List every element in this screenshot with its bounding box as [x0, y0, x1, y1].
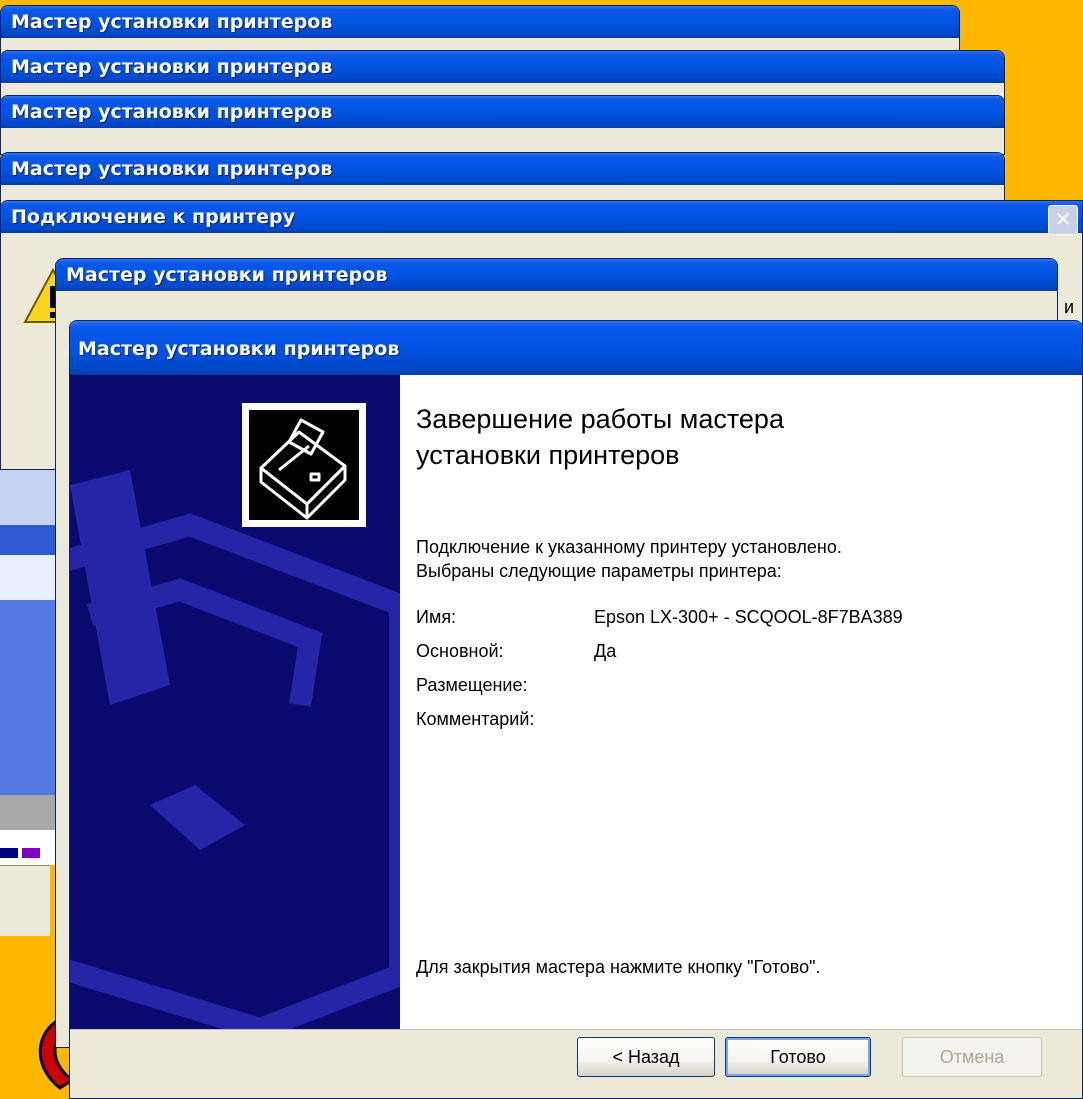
dialog-text-fragment: и [1063, 297, 1074, 317]
wizard-footer-text: Для закрытия мастера нажмите кнопку "Гот… [416, 957, 821, 977]
wizard-heading-line2: установки принтеров [416, 440, 680, 470]
back-button[interactable]: < Назад [577, 1037, 715, 1077]
printer-icon [259, 418, 347, 520]
window-fragment-white-bottom [0, 865, 50, 936]
wizard-heading-line1: Завершение работы мастера [416, 404, 784, 434]
intro-line-1: Подключение к указанному принтеру устано… [416, 537, 842, 557]
wizard-heading: Завершение работы мастера установки прин… [416, 401, 976, 473]
intro-line-2: Выбраны следующие параметры принтера: [416, 561, 782, 581]
field-label-name: Имя: [416, 607, 457, 627]
wizard-window-main: Мастер установки принтеров Завершение ра… [69, 320, 1083, 1099]
cancel-button[interactable]: Отмена [902, 1037, 1042, 1077]
window-title[interactable]: Мастер установки принтеров [1, 6, 959, 38]
button-separator [70, 1029, 1082, 1031]
window-title[interactable]: Мастер установки принтеров [1, 96, 1004, 128]
window-title[interactable]: Мастер установки принтеров [1, 153, 1004, 185]
window-title[interactable]: Мастер установки принтеров [70, 321, 1082, 375]
wizard-content: Завершение работы мастера установки прин… [400, 375, 1082, 1029]
wizard-side-panel [70, 375, 400, 1029]
wizard-window-back-3: Мастер установки принтеров [0, 95, 1005, 155]
field-label-comment: Комментарий: [416, 709, 535, 729]
field-value-name: Epson LX-300+ - SCQOOL-8F7BA389 [594, 607, 903, 627]
field-value-default: Да [594, 641, 617, 661]
field-label-location: Размещение: [416, 675, 528, 695]
printer-icon-frame [242, 403, 366, 527]
window-title[interactable]: Мастер установки принтеров [1, 51, 1004, 83]
window-title[interactable]: Подключение к принтеру [1, 201, 1082, 233]
close-icon[interactable]: ✕ [1048, 205, 1078, 235]
finish-button[interactable]: Готово [725, 1037, 871, 1077]
field-label-default: Основной: [416, 641, 504, 661]
window-title[interactable]: Мастер установки принтеров [56, 259, 1057, 291]
